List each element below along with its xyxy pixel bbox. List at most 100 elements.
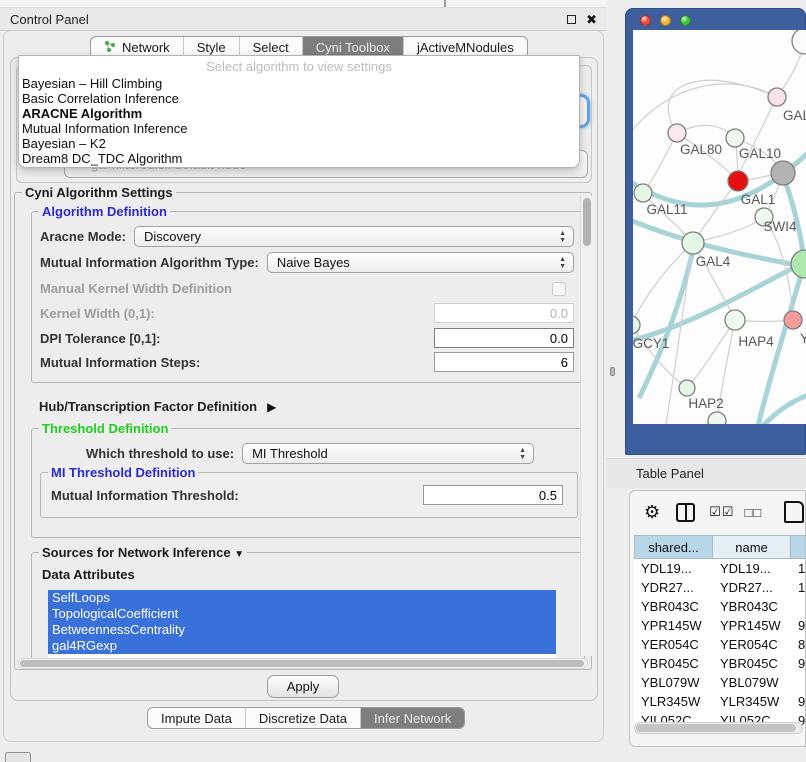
network-node[interactable] [771, 161, 795, 185]
table-row[interactable]: YDR27...YDR27...12 [634, 578, 806, 597]
table-column-header[interactable] [791, 535, 806, 559]
table-panel-titlebar: Table Panel [607, 458, 806, 488]
apply-button-label: Apply [287, 679, 320, 694]
gear-icon[interactable]: ⚙ [644, 502, 660, 523]
tab-cyni-toolbox-label: Cyni Toolbox [316, 40, 390, 55]
network-nodes[interactable]: GALGAL80GAL10GAL1GAL11SWI4GAL4GCY1HAP4YH… [633, 30, 806, 424]
settings-horizontal-scrollbar[interactable] [18, 658, 588, 669]
table-cell: 9. [791, 654, 806, 673]
sources-title[interactable]: Sources for Network Inference ▼ [39, 545, 247, 560]
new-table-icon[interactable] [784, 501, 804, 523]
window-edge-tick [444, 0, 446, 7]
apply-button[interactable]: Apply [267, 675, 339, 698]
network-node-hap2[interactable] [679, 380, 695, 396]
algorithm-option[interactable]: Dream8 DC_TDC Algorithm [19, 151, 579, 166]
table-cell [791, 673, 806, 692]
combo-arrows-icon: ▲▼ [519, 447, 526, 461]
attribute-list-item[interactable]: gal4RGexp [48, 638, 556, 654]
which-threshold-value: MI Threshold [252, 446, 328, 461]
close-panel-icon[interactable]: ✖ [586, 13, 597, 26]
dpi-tolerance-field[interactable]: 0.0 [434, 328, 574, 348]
settings-vertical-scrollbar[interactable] [580, 196, 592, 656]
algorithm-dropdown-list: Select algorithm to view settings Bayesi… [18, 55, 580, 168]
table-row[interactable]: YER054CYER054C8. [634, 635, 806, 654]
kernel-width-field[interactable]: 0.0 [434, 303, 574, 323]
expander-right-arrow-icon: ▶ [267, 400, 276, 414]
network-node-gal80[interactable] [668, 124, 686, 142]
table-column-header[interactable]: shared... [634, 535, 713, 559]
mi-threshold-definition-group: MI Threshold Definition Mutual Informati… [40, 472, 578, 518]
network-node[interactable] [791, 250, 806, 278]
aracne-mode-combobox[interactable]: Discovery ▲▼ [134, 226, 574, 247]
attribute-list-item[interactable]: SelfLoops [48, 590, 556, 606]
table-cell: 8. [791, 635, 806, 654]
table-row[interactable]: YLR345WYLR345W9. [634, 692, 806, 711]
node-label: GAL11 [646, 202, 687, 217]
mi-threshold-field[interactable]: 0.5 [423, 485, 563, 505]
data-attributes-list[interactable]: SelfLoopsTopologicalCoefficientBetweenne… [48, 590, 556, 660]
attribute-list-item[interactable]: TopologicalCoefficient [48, 606, 556, 622]
algorithm-option[interactable]: ARACNE Algorithm [19, 106, 579, 121]
algorithm-option[interactable]: Basic Correlation Inference [19, 91, 579, 106]
split-columns-icon[interactable] [676, 503, 695, 522]
network-node-hap4[interactable] [725, 310, 745, 330]
table-cell: 12 [791, 578, 806, 597]
mi-steps-field[interactable]: 6 [434, 352, 574, 372]
float-panel-icon[interactable] [567, 15, 576, 24]
panel-splitter-handle[interactable] [610, 367, 615, 376]
table-cell: 9. [791, 616, 806, 635]
table-cell: 13 [791, 559, 806, 578]
mi-steps-label: Mutual Information Steps: [40, 355, 200, 370]
network-node-y[interactable] [784, 311, 802, 329]
minimize-window-icon[interactable] [660, 15, 671, 26]
network-node[interactable] [708, 412, 726, 424]
mi-steps-value: 6 [561, 355, 568, 370]
table-row[interactable]: YBR043CYBR043C [634, 597, 806, 616]
close-window-icon[interactable] [640, 15, 651, 26]
sources-group: Sources for Network Inference ▼ Data Att… [31, 552, 585, 666]
manual-kernel-width-label: Manual Kernel Width Definition [40, 281, 232, 296]
algorithm-option[interactable]: Bayesian – Hill Climbing [19, 76, 579, 91]
zoom-window-icon[interactable] [680, 15, 691, 26]
network-node-gcy1[interactable] [633, 316, 640, 334]
table-horizontal-scrollbar[interactable] [634, 722, 803, 734]
window-controls [640, 15, 691, 26]
node-label: GAL4 [696, 254, 731, 269]
table-row[interactable]: YDL19...YDL19...13 [634, 559, 806, 578]
table-cell: YPR145W [634, 616, 713, 635]
select-all-checkboxes-icon[interactable]: ☑☑ [709, 504, 734, 520]
control-panel-title: Control Panel [10, 12, 567, 27]
aracne-mode-value: Discovery [144, 229, 201, 244]
node-attribute-table[interactable]: shared...name YDL19...YDL19...13YDR27...… [634, 535, 806, 731]
table-row[interactable]: YPR145WYPR145W9. [634, 616, 806, 635]
tab-discretize-data[interactable]: Discretize Data [246, 708, 361, 728]
attribute-list-item[interactable]: BetweennessCentrality [48, 622, 556, 638]
deselect-checkboxes-icon[interactable]: □□ [744, 505, 762, 520]
network-node-gal11[interactable] [634, 184, 652, 202]
network-node[interactable] [792, 30, 806, 54]
which-threshold-combobox[interactable]: MI Threshold ▲▼ [242, 443, 534, 464]
manual-kernel-width-checkbox[interactable] [552, 282, 566, 296]
network-node-gal[interactable] [768, 88, 786, 106]
tab-infer-network[interactable]: Infer Network [361, 708, 464, 728]
table-cell: YDR27... [713, 578, 791, 597]
table-row[interactable]: YBL079WYBL079W [634, 673, 806, 692]
algorithm-option[interactable]: Mutual Information Inference [19, 121, 579, 136]
minimized-panel-button[interactable] [5, 752, 31, 762]
node-label: GCY1 [633, 336, 669, 351]
algorithm-definition-title: Algorithm Definition [39, 204, 170, 219]
algorithm-option[interactable]: Bayesian – K2 [19, 136, 579, 151]
network-node-gal10[interactable] [726, 129, 744, 147]
network-node-gal1[interactable] [728, 171, 748, 191]
table-cell: YLR345W [713, 692, 791, 711]
tab-impute-data[interactable]: Impute Data [148, 708, 246, 728]
dpi-tolerance-label: DPI Tolerance [0,1]: [40, 331, 160, 346]
table-row[interactable]: YBR045CYBR045C9. [634, 654, 806, 673]
table-cell: YPR145W [713, 616, 791, 635]
network-canvas[interactable]: GALGAL80GAL10GAL1GAL11SWI4GAL4GCY1HAP4YH… [633, 30, 806, 424]
table-column-header[interactable]: name [713, 535, 791, 559]
network-node-gal4[interactable] [682, 232, 704, 254]
hub-definition-expander[interactable]: Hub/Transcription Factor Definition ▶ [39, 399, 572, 414]
combo-arrows-icon: ▲▼ [559, 256, 566, 270]
mi-algorithm-type-combobox[interactable]: Naive Bayes ▲▼ [267, 252, 574, 273]
